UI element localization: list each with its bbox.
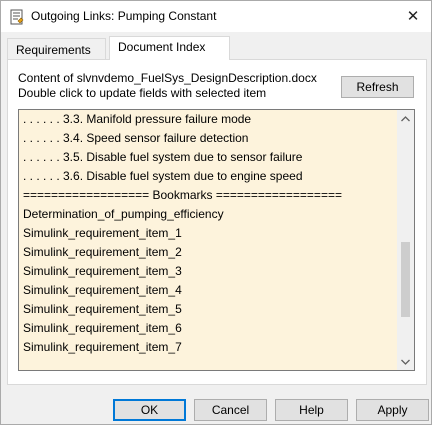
instruction-label: Double click to update fields with selec… bbox=[18, 86, 267, 100]
tab-bar: Requirements Document Index bbox=[7, 36, 427, 60]
document-link-icon bbox=[9, 9, 25, 25]
dialog-window: Outgoing Links: Pumping Constant ✕ Requi… bbox=[0, 0, 432, 425]
list-item[interactable]: . . . . . . 3.5. Disable fuel system due… bbox=[19, 148, 397, 167]
scroll-track[interactable] bbox=[397, 127, 414, 353]
close-icon[interactable]: ✕ bbox=[403, 6, 423, 26]
title-bar: Outgoing Links: Pumping Constant ✕ bbox=[1, 1, 431, 32]
list-item[interactable]: Simulink_requirement_item_1 bbox=[19, 224, 397, 243]
list-item[interactable]: Simulink_requirement_item_3 bbox=[19, 262, 397, 281]
tab-document-index[interactable]: Document Index bbox=[109, 36, 230, 60]
tab-label: Requirements bbox=[16, 43, 91, 57]
chevron-down-icon[interactable] bbox=[397, 353, 414, 370]
list-item[interactable]: Simulink_requirement_item_2 bbox=[19, 243, 397, 262]
list-item[interactable]: . . . . . . 3.3. Manifold pressure failu… bbox=[19, 110, 397, 129]
info-text: Content of slvnvdemo_FuelSys_DesignDescr… bbox=[18, 71, 317, 101]
document-index-panel: Content of slvnvdemo_FuelSys_DesignDescr… bbox=[7, 59, 427, 385]
list-item[interactable]: Simulink_requirement_item_6 bbox=[19, 319, 397, 338]
tab-label: Document Index bbox=[118, 40, 206, 54]
cancel-button[interactable]: Cancel bbox=[194, 399, 267, 421]
list-item[interactable]: . . . . . . 3.4. Speed sensor failure de… bbox=[19, 129, 397, 148]
list-item[interactable]: Determination_of_pumping_efficiency bbox=[19, 205, 397, 224]
vertical-scrollbar[interactable] bbox=[397, 110, 414, 370]
window-title: Outgoing Links: Pumping Constant bbox=[31, 9, 217, 23]
document-index-list[interactable]: . . . . . . 3.3. Manifold pressure failu… bbox=[18, 109, 415, 371]
list-item[interactable]: Simulink_requirement_item_7 bbox=[19, 338, 397, 357]
tab-requirements[interactable]: Requirements bbox=[7, 38, 106, 60]
list-item-separator[interactable]: ================== Bookmarks ===========… bbox=[19, 186, 397, 205]
list-item[interactable]: . . . . . . 3.6. Disable fuel system due… bbox=[19, 167, 397, 186]
ok-button[interactable]: OK bbox=[113, 399, 186, 421]
list-items: . . . . . . 3.3. Manifold pressure failu… bbox=[19, 110, 397, 370]
scroll-thumb[interactable] bbox=[401, 242, 410, 317]
list-item[interactable]: Simulink_requirement_item_4 bbox=[19, 281, 397, 300]
apply-button[interactable]: Apply bbox=[356, 399, 429, 421]
list-item[interactable]: Simulink_requirement_item_5 bbox=[19, 300, 397, 319]
chevron-up-icon[interactable] bbox=[397, 110, 414, 127]
document-content-label: Content of slvnvdemo_FuelSys_DesignDescr… bbox=[18, 71, 317, 85]
refresh-button[interactable]: Refresh bbox=[341, 76, 414, 98]
help-button[interactable]: Help bbox=[275, 399, 348, 421]
